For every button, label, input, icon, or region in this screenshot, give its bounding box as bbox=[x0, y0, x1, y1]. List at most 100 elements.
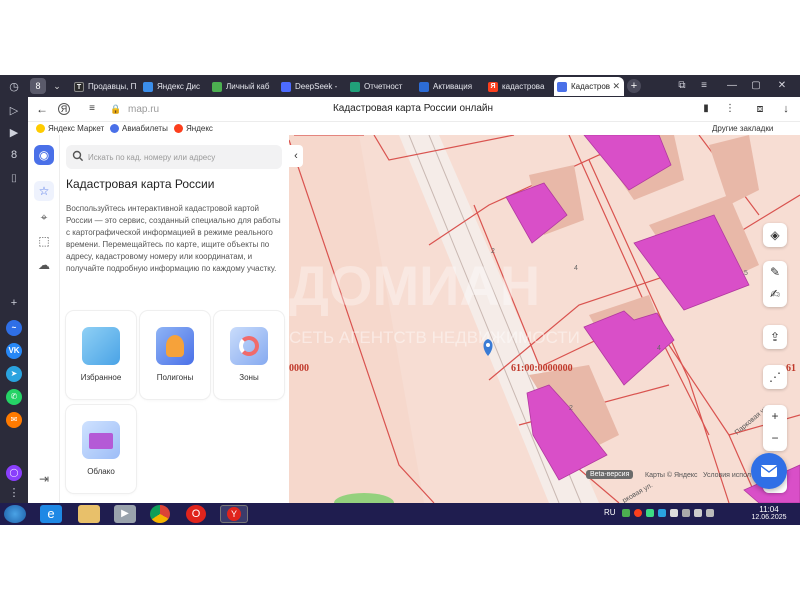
screenshot-icon[interactable]: ⌷ bbox=[6, 171, 22, 187]
panel-title: Кадастровая карта России bbox=[66, 177, 215, 191]
whatsapp-icon[interactable]: ✆ bbox=[6, 389, 22, 405]
browser-side-rail: ◷ ▷ ▶ 8 ⌷ + ~ VK ➤ ✆ ✉ ◯ ⋮ bbox=[0, 75, 28, 503]
yandex-y-icon[interactable]: Я bbox=[58, 103, 70, 115]
market-icon bbox=[36, 124, 45, 133]
map-attribution[interactable]: Карты © Яндекс bbox=[645, 472, 698, 479]
zoom-in-button[interactable]: + bbox=[763, 405, 787, 427]
zen-icon[interactable]: 8 bbox=[6, 147, 22, 163]
tab-label: Личный каб bbox=[226, 82, 270, 91]
polygons-card[interactable]: Полигоны bbox=[140, 311, 210, 399]
draw-tools-button[interactable]: ✎ ✍ bbox=[763, 261, 787, 307]
start-button[interactable] bbox=[4, 505, 26, 523]
chrome-icon[interactable] bbox=[150, 505, 170, 523]
app-icon-strip: ◉ ☆ ⌖ ⬚ ☁ ⇥ bbox=[28, 135, 60, 503]
reader-icon[interactable]: ≡ bbox=[84, 101, 100, 117]
maximize-icon[interactable]: ▢ bbox=[748, 78, 764, 94]
history-icon[interactable]: ◷ bbox=[6, 79, 22, 95]
layers-button[interactable]: ◈ bbox=[763, 223, 787, 247]
tray-icon[interactable] bbox=[646, 509, 654, 517]
terms-link[interactable]: Условия испол bbox=[703, 472, 751, 479]
share-button[interactable]: ⋰ bbox=[763, 365, 787, 389]
tab-4[interactable]: Отчетност bbox=[347, 77, 413, 96]
yandex-icon bbox=[174, 124, 183, 133]
add-app-icon[interactable]: + bbox=[6, 295, 22, 311]
tabs-dropdown-icon[interactable]: ⌄ bbox=[50, 78, 64, 94]
map-canvas[interactable]: 2 4 2 4 5 Парковая ул. рковая ул. 0000 6… bbox=[289, 135, 800, 503]
app-logo-icon[interactable]: ◉ bbox=[34, 145, 54, 165]
keyboard-layout[interactable]: RU bbox=[604, 508, 616, 517]
select-area-icon[interactable]: ⬚ bbox=[34, 231, 54, 251]
tab-1[interactable]: Яндекс Дис bbox=[140, 77, 206, 96]
network-icon[interactable] bbox=[694, 509, 702, 517]
alice-icon[interactable]: ◯ bbox=[6, 465, 22, 481]
app-icon-1[interactable]: ~ bbox=[6, 320, 22, 336]
tray-icon[interactable] bbox=[634, 509, 642, 517]
tab-0[interactable]: T Продавцы, П bbox=[71, 77, 137, 96]
card-label: Полигоны bbox=[156, 373, 194, 382]
clock-time[interactable]: 11:04 bbox=[742, 505, 796, 514]
close-tab-icon[interactable]: ✕ bbox=[612, 77, 620, 96]
explorer-icon[interactable] bbox=[78, 505, 100, 523]
pin-icon[interactable]: ⌖ bbox=[34, 207, 54, 227]
tab-7-active[interactable]: Кадастров ✕ bbox=[554, 77, 624, 96]
clock-date[interactable]: 12.06.2025 bbox=[742, 514, 796, 521]
close-window-icon[interactable]: ✕ bbox=[774, 78, 790, 94]
volume-icon[interactable] bbox=[706, 509, 714, 517]
ie-icon[interactable]: e bbox=[40, 505, 62, 523]
upload-button[interactable]: ⇪ bbox=[763, 325, 787, 349]
ruler-icon: ✎ bbox=[769, 265, 781, 279]
play-circle-icon[interactable]: ▶ bbox=[6, 125, 22, 141]
yandex-browser-icon[interactable]: Y bbox=[220, 505, 248, 523]
star-icon[interactable]: ☆ bbox=[34, 181, 54, 201]
collapse-panel-button[interactable]: ‹ bbox=[289, 145, 303, 167]
zones-card[interactable]: Зоны bbox=[214, 311, 284, 399]
tab-5[interactable]: Активация bbox=[416, 77, 482, 96]
map-icon bbox=[557, 82, 567, 92]
back-arrow-icon[interactable]: ← bbox=[34, 101, 50, 117]
vk-icon[interactable]: VK bbox=[6, 343, 22, 359]
menu-icon[interactable]: ≡ bbox=[696, 78, 712, 94]
plot-label: 4 bbox=[657, 345, 661, 352]
taskbar: e ▶ O Y RU 11:04 12.06.2025 bbox=[0, 503, 800, 525]
more-icon[interactable]: ⋮ bbox=[722, 101, 738, 117]
favorites-card[interactable]: Избранное bbox=[66, 311, 136, 399]
rail-menu-icon[interactable]: ⋮ bbox=[6, 485, 22, 501]
bookmark-market[interactable]: Яндекс Маркет bbox=[36, 122, 104, 135]
tab-label: Кадастров bbox=[571, 82, 611, 91]
tab-label: Отчетност bbox=[364, 82, 403, 91]
download-arrow-icon[interactable]: ↓ bbox=[778, 101, 794, 117]
telegram-icon[interactable]: ➤ bbox=[6, 366, 22, 382]
new-tab-button[interactable]: + bbox=[627, 79, 641, 93]
cloud-icon[interactable]: ☁ bbox=[34, 255, 54, 275]
zoom-out-button[interactable]: − bbox=[763, 427, 787, 449]
tray-icon[interactable] bbox=[670, 509, 678, 517]
cloud-card[interactable]: Облако bbox=[66, 405, 136, 493]
bookmark-yandex[interactable]: Яндекс bbox=[174, 122, 213, 135]
screen: ◷ ▷ ▶ 8 ⌷ + ~ VK ➤ ✆ ✉ ◯ ⋮ 8 ⌄ T Продавцы… bbox=[0, 75, 800, 525]
cadastral-map[interactable]: 2 4 2 4 5 Парковая ул. рковая ул. 0000 6… bbox=[289, 135, 800, 503]
tab-favicon: T bbox=[74, 82, 84, 92]
forward-circle-icon[interactable]: ▷ bbox=[6, 103, 22, 119]
search-input[interactable] bbox=[66, 145, 282, 169]
tray-icon[interactable] bbox=[682, 509, 690, 517]
tab-3[interactable]: DeepSeek - bbox=[278, 77, 344, 96]
tray-icon[interactable] bbox=[622, 509, 630, 517]
downloads-icon[interactable]: ⧈ bbox=[752, 101, 768, 117]
mail-app-icon[interactable]: ✉ bbox=[6, 412, 22, 428]
minimize-icon[interactable]: — bbox=[724, 78, 740, 94]
tab-label: кадастрова bbox=[502, 82, 545, 91]
tab-count-badge[interactable]: 8 bbox=[30, 78, 46, 94]
tab-6[interactable]: Якадастрова bbox=[485, 77, 551, 96]
logout-icon[interactable]: ⇥ bbox=[34, 469, 54, 489]
bookmark-flag-icon[interactable]: ▮ bbox=[698, 101, 714, 117]
opera-icon[interactable]: O bbox=[186, 505, 206, 523]
url-text[interactable]: map.ru bbox=[128, 104, 159, 115]
account-icon bbox=[212, 82, 222, 92]
tab-2[interactable]: Личный каб bbox=[209, 77, 275, 96]
mail-button[interactable] bbox=[751, 453, 787, 489]
bookmark-avia[interactable]: Авиабилеты bbox=[110, 122, 168, 135]
bookmarks-icon[interactable]: ⧉ bbox=[674, 78, 690, 94]
tray-icon[interactable] bbox=[658, 509, 666, 517]
other-bookmarks[interactable]: Другие закладки bbox=[712, 122, 773, 135]
media-player-icon[interactable]: ▶ bbox=[114, 505, 136, 523]
